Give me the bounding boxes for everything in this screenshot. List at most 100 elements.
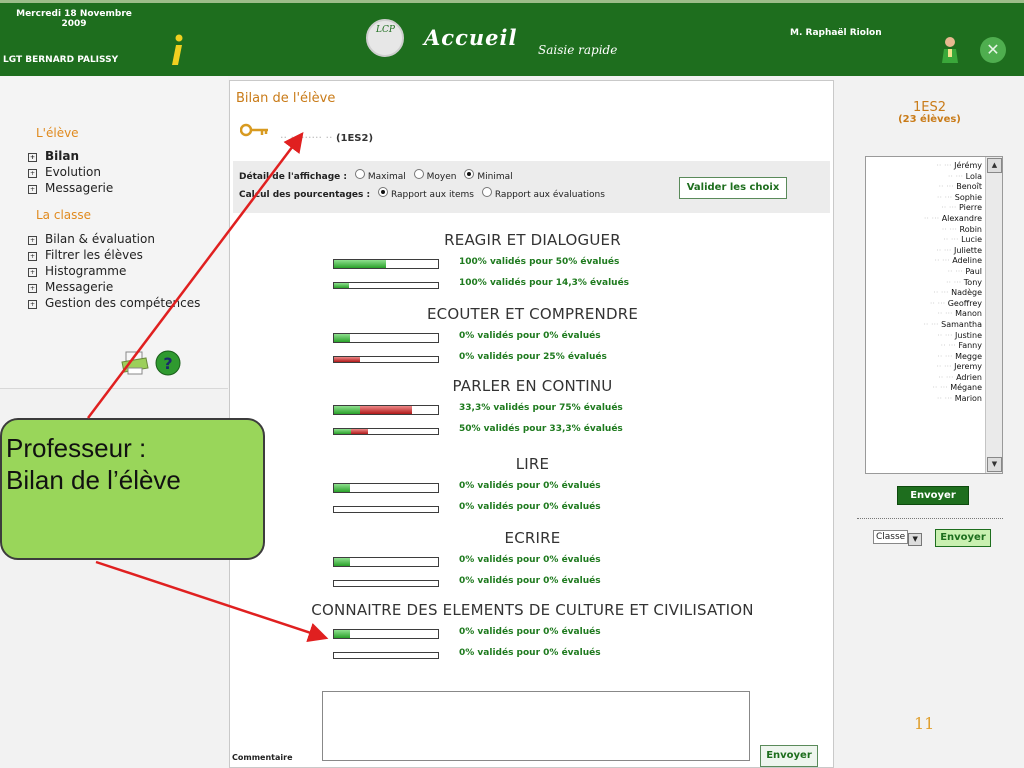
send-class-button[interactable]: Envoyer [935, 529, 991, 547]
competence-title: REAGIR ET DIALOGUER [444, 231, 621, 249]
progress-bar [333, 259, 439, 269]
student-item[interactable]: ·· ··· Alexandre [870, 214, 982, 225]
student-lastname-blurred: ·· ··· [937, 330, 956, 340]
scroll-down-icon[interactable]: ▼ [987, 457, 1002, 472]
info-icon[interactable] [168, 33, 186, 67]
student-item[interactable]: ·· ··· Paul [870, 267, 982, 278]
student-item[interactable]: ·· ··· Juliette [870, 246, 982, 257]
student-count: (23 élèves) [898, 114, 961, 125]
radio-rapport-evaluations[interactable] [481, 187, 492, 197]
student-firstname: Lucie [961, 235, 982, 245]
date-line1: Mercredi 18 Novembre [16, 9, 132, 19]
student-item[interactable]: ·· ··· Fanny [870, 341, 982, 352]
radio-label: Minimal [477, 172, 513, 182]
radio-rapport-items[interactable] [377, 187, 388, 197]
student-item[interactable]: ·· ··· Marion [870, 394, 982, 405]
radio-label: Moyen [426, 172, 457, 182]
student-item[interactable]: ·· ··· Geoffrey [870, 299, 982, 310]
student-lastname-blurred: ·· ··· [933, 288, 952, 298]
scroll-up-icon[interactable]: ▲ [987, 158, 1002, 173]
progress-bar [333, 428, 439, 435]
student-firstname: Sophie [954, 192, 982, 202]
person-icon[interactable] [940, 35, 960, 63]
student-lastname-blurred: ·· ··· [943, 235, 962, 245]
student-item[interactable]: ·· ··· Megge [870, 352, 982, 363]
expand-icon: + [28, 268, 37, 277]
nav-item-bilan-evaluation[interactable]: + Bilan & évaluation [28, 231, 200, 247]
nav-item-messagerie-classe[interactable]: + Messagerie [28, 279, 200, 295]
send-student-button[interactable]: Envoyer [897, 486, 969, 505]
calc-row: Calcul des pourcentages : Rapport aux it… [239, 187, 669, 200]
student-item[interactable]: ·· ··· Nadège [870, 288, 982, 299]
print-icon[interactable] [120, 350, 150, 376]
student-item[interactable]: ·· ··· Jeremy [870, 362, 982, 373]
student-item[interactable]: ·· ··· Pierre [870, 203, 982, 214]
student-lastname-blurred: ·· ··· [936, 161, 955, 170]
student-item[interactable]: ·· ··· Jérémy [870, 161, 982, 172]
nav-label: Gestion des compétences [45, 296, 201, 310]
callout-line1: Professeur : [6, 433, 147, 463]
student-item[interactable]: ·· ··· Tony [870, 278, 982, 289]
student-item[interactable]: ·· ··· Benoît [870, 182, 982, 193]
progress-validated [334, 558, 350, 566]
scrollbar[interactable]: ▲ ▼ [985, 157, 1002, 473]
class-name: 1ES2 [912, 100, 946, 115]
nav-item-messagerie-eleve[interactable]: + Messagerie [28, 180, 113, 196]
student-lastname-blurred: ·· ··· [923, 213, 942, 223]
student-item[interactable]: ·· ··· Lucie [870, 235, 982, 246]
student-firstname: Jérémy [954, 161, 982, 170]
close-icon[interactable]: ✕ [980, 37, 1006, 63]
progress-bar [333, 405, 439, 415]
nav-item-evolution[interactable]: + Evolution [28, 164, 113, 180]
radio-maximal[interactable] [354, 169, 365, 179]
expand-icon: + [28, 252, 37, 261]
progress-text: 0% validés pour 25% évalués [459, 352, 607, 362]
nav-item-gestion-competences[interactable]: + Gestion des compétences [28, 295, 200, 311]
competence-title: ECRIRE [504, 529, 561, 547]
chevron-down-icon[interactable]: ▼ [908, 533, 923, 546]
student-item[interactable]: ·· ··· Adrien [870, 373, 982, 384]
tools: ? [120, 350, 181, 376]
progress-text: 0% validés pour 0% évalués [459, 481, 601, 491]
nav-item-bilan[interactable]: + Bilan [28, 148, 113, 164]
progress-text: 0% validés pour 0% évalués [459, 555, 601, 565]
nav-item-filtrer[interactable]: + Filtrer les élèves [28, 247, 200, 263]
calc-label: Calcul des pourcentages : [239, 190, 371, 200]
student-firstname: Adeline [952, 256, 982, 266]
student-item[interactable]: ·· ··· Samantha [870, 320, 982, 331]
class-select[interactable]: Classe ▼ [873, 530, 923, 546]
radio-moyen[interactable] [413, 169, 424, 179]
progress-validated [334, 283, 349, 288]
student-item[interactable]: ·· ··· Robin [870, 225, 982, 236]
svg-text:?: ? [163, 354, 172, 373]
student-firstname: Manon [955, 309, 982, 319]
validate-button[interactable]: Valider les choix [679, 177, 787, 199]
student-item[interactable]: ·· ··· Mégane [870, 383, 982, 394]
send-comment-button[interactable]: Envoyer [760, 745, 818, 767]
student-item[interactable]: ·· ··· Sophie [870, 193, 982, 204]
student-item[interactable]: ·· ··· Justine [870, 331, 982, 342]
radio-minimal[interactable] [464, 169, 475, 179]
help-icon[interactable]: ? [155, 350, 181, 376]
nav-item-histogramme[interactable]: + Histogramme [28, 263, 200, 279]
class-select-value: Classe [873, 530, 909, 544]
progress-text: 100% validés pour 50% évalués [459, 257, 620, 267]
student-item[interactable]: ·· ··· Manon [870, 309, 982, 320]
student-class: (1ES2) [335, 133, 374, 144]
progress-text: 50% validés pour 33,3% évalués [459, 424, 623, 434]
progress-validated [334, 334, 350, 342]
student-lastname-blurred: ·· ··· [940, 341, 959, 351]
right-panel: 1ES2 (23 élèves) ·· ··· Jérémy ·· ··· Lol… [835, 76, 1024, 768]
radio-label: Rapport aux évaluations [494, 190, 605, 200]
student-item[interactable]: ·· ··· Adeline [870, 256, 982, 267]
progress-bar [333, 506, 439, 513]
student-firstname: Fanny [958, 341, 982, 351]
student-lastname-blurred: ·· ··· [945, 277, 964, 287]
expand-icon: + [28, 185, 37, 194]
student-item[interactable]: ·· ··· Lola [870, 172, 982, 183]
student-list[interactable]: ·· ··· Jérémy ·· ··· Lola ·· ··· Benoît ·· … [865, 156, 1003, 474]
progress-bar [333, 652, 439, 659]
comment-textarea[interactable] [322, 691, 750, 761]
left-sidebar: L'élève + Bilan + Evolution + Messagerie La… [0, 76, 228, 389]
progress-text: 0% validés pour 0% évalués [459, 576, 601, 586]
